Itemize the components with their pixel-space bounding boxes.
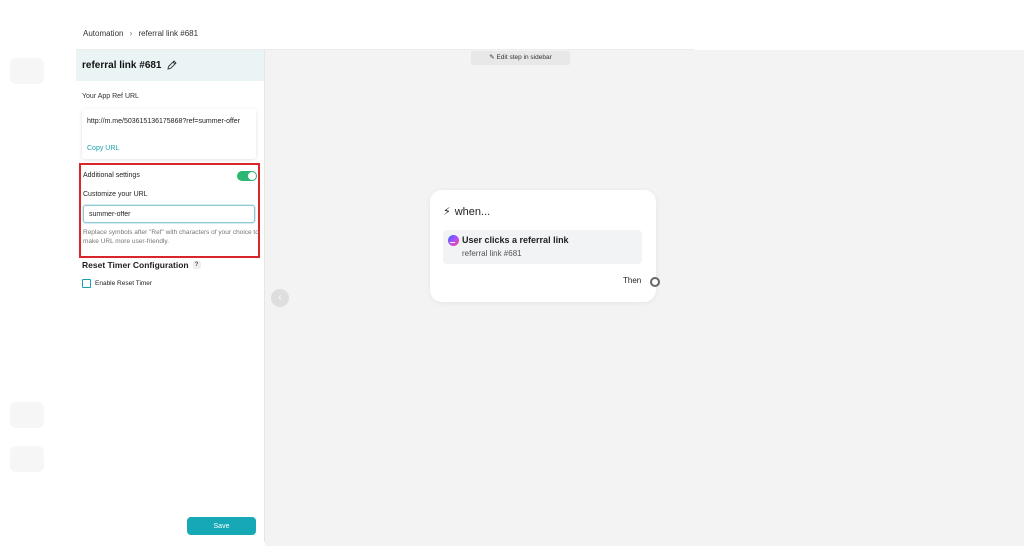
sidebar-header: referral link #681 — [76, 50, 264, 81]
additional-settings-highlight: Additional settings Customize your URL R… — [79, 163, 260, 258]
enable-reset-timer[interactable]: Enable Reset Timer — [82, 279, 152, 288]
enable-reset-checkbox[interactable] — [82, 279, 91, 288]
trigger-node[interactable]: ⚡︎ when... User clicks a referral link r… — [430, 190, 660, 302]
gutter-ghost-item — [10, 446, 44, 472]
reset-timer-heading: Reset Timer Configuration ? — [82, 260, 201, 270]
flow-canvas[interactable]: ✎ Edit step in sidebar ‹ ⚡︎ when... User… — [265, 50, 1024, 546]
ref-url-label: Your App Ref URL — [82, 93, 139, 100]
ref-url-value: http://m.me/503615136175868?ref=summer-o… — [87, 118, 240, 125]
save-button[interactable]: Save — [187, 517, 256, 535]
breadcrumb-current: referral link #681 — [138, 28, 199, 38]
ref-url-card: http://m.me/503615136175868?ref=summer-o… — [82, 109, 256, 159]
help-icon[interactable]: ? — [192, 261, 201, 269]
lightning-icon: ⚡︎ — [443, 206, 451, 218]
chevron-right-icon: › — [129, 28, 133, 38]
trigger-title: User clicks a referral link — [462, 235, 569, 245]
enable-reset-label: Enable Reset Timer — [95, 280, 153, 287]
breadcrumb: Automation › referral link #681 — [83, 28, 198, 38]
then-connector-handle[interactable] — [650, 277, 660, 287]
copy-url-link[interactable]: Copy URL — [87, 145, 119, 152]
customize-url-help: Replace symbols after "Ref" with charact… — [83, 229, 259, 245]
reset-timer-title: Reset Timer Configuration — [82, 260, 189, 270]
additional-settings-toggle[interactable] — [237, 171, 257, 181]
pencil-icon[interactable] — [166, 59, 178, 71]
trigger-subtitle: referral link #681 — [462, 249, 522, 258]
trigger-item[interactable]: User clicks a referral link referral lin… — [443, 230, 642, 264]
step-title: referral link #681 — [82, 60, 162, 71]
node-heading: ⚡︎ when... — [443, 205, 491, 219]
edit-step-hint: ✎ Edit step in sidebar — [471, 51, 570, 65]
gutter-ghost-item — [10, 58, 44, 84]
then-label: Then — [623, 276, 642, 285]
customize-url-input[interactable] — [83, 205, 255, 223]
collapse-sidebar-button[interactable]: ‹ — [271, 289, 289, 307]
additional-settings-label: Additional settings — [83, 172, 140, 179]
breadcrumb-root[interactable]: Automation — [83, 29, 123, 38]
messenger-icon — [448, 235, 459, 246]
left-gutter — [0, 0, 72, 546]
node-heading-text: when... — [454, 205, 491, 218]
toggle-knob — [248, 172, 256, 180]
customize-url-label: Customize your URL — [83, 191, 148, 198]
sidebar-panel: referral link #681 Your App Ref URL http… — [76, 50, 265, 542]
gutter-ghost-item — [10, 402, 44, 428]
